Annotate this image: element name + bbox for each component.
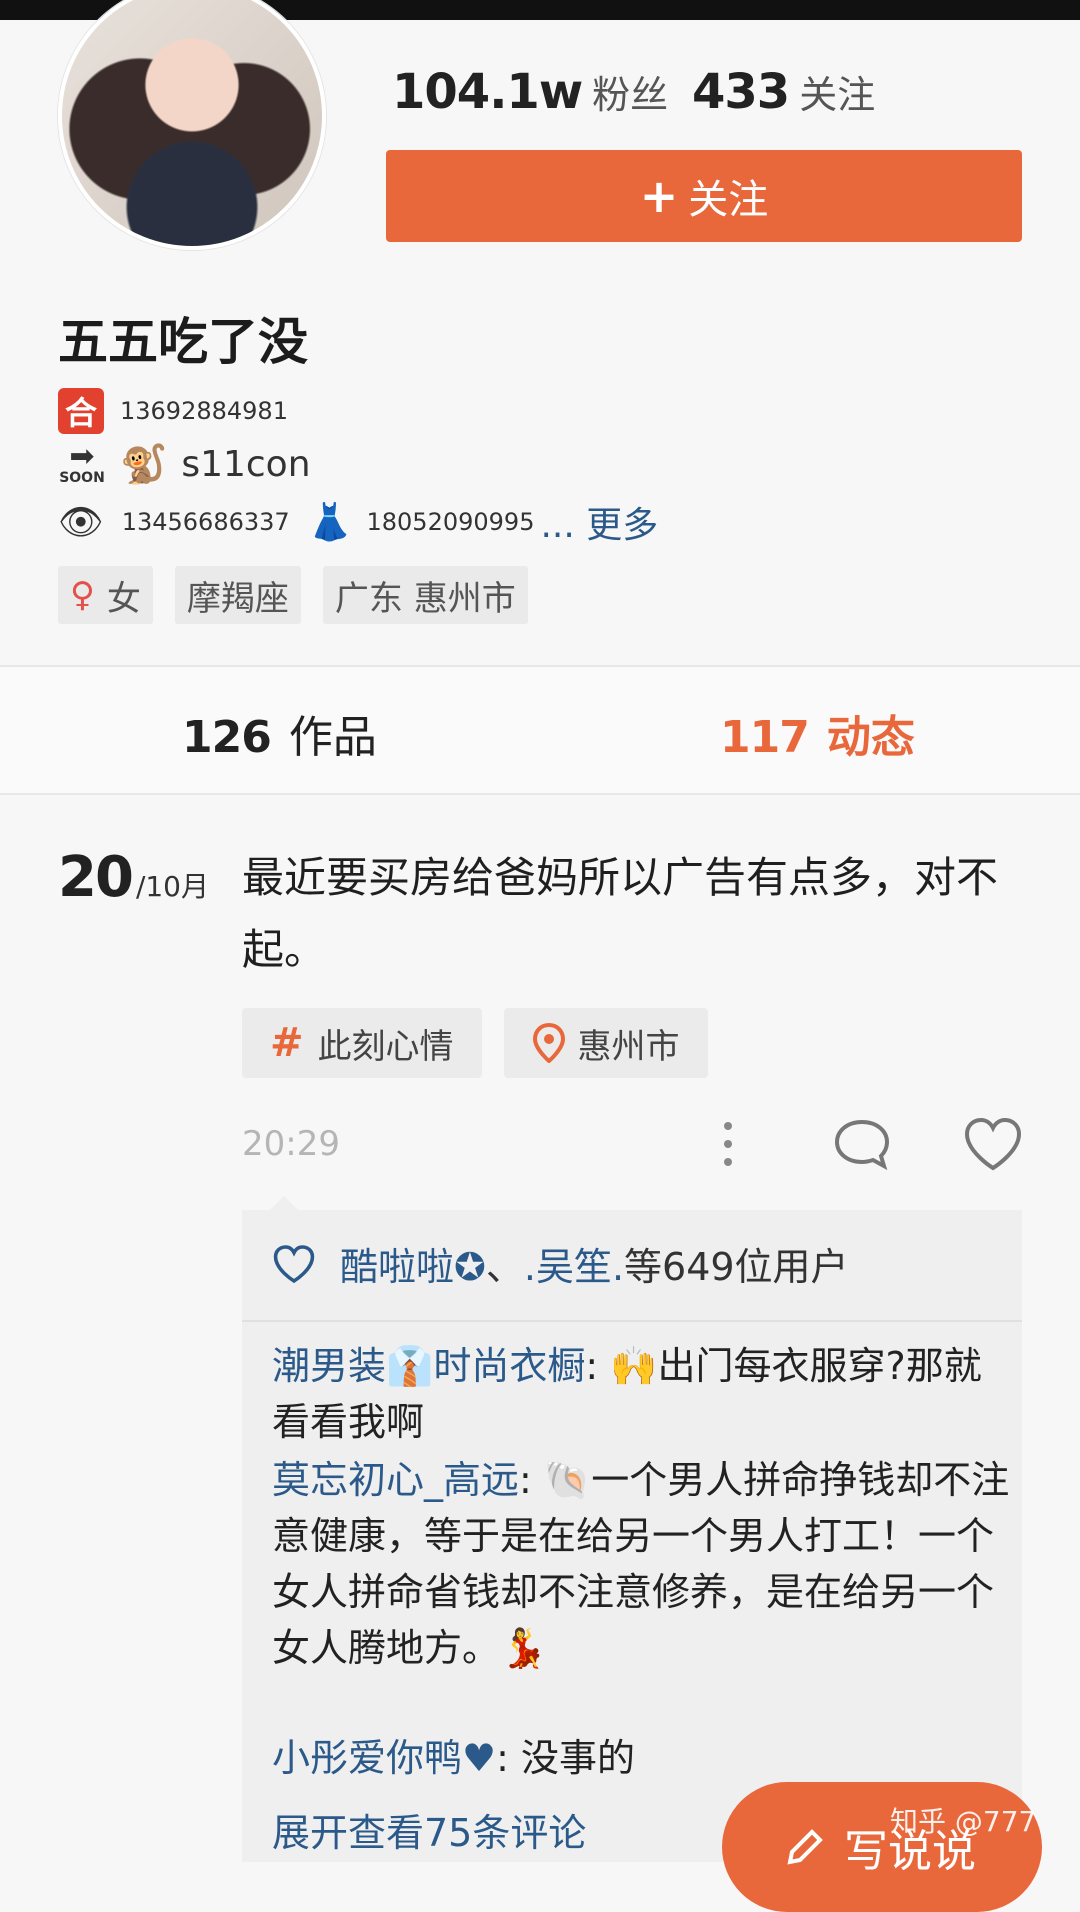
tab-moments-label: 动态 [826, 712, 915, 763]
follow-button-label: 关注 [688, 177, 769, 223]
following-count: 433 [692, 64, 790, 120]
monkey-icon: 🐒 [120, 442, 168, 486]
fans-count: 104.1w [392, 64, 583, 120]
comment-author[interactable]: 小彤爱你鸭♥ [272, 1736, 496, 1780]
location-chip-label: 惠州市 [577, 1026, 680, 1067]
divider [0, 793, 1080, 795]
tab-works-count: 126 [182, 712, 272, 763]
avatar[interactable] [58, 0, 326, 250]
post-date: 20 /10月 [58, 845, 209, 910]
expand-comments-link[interactable]: 展开查看75条评论 [272, 1802, 586, 1857]
location-chip[interactable]: 惠州市 [503, 1008, 708, 1078]
heart-icon [964, 1117, 1022, 1171]
tab-works[interactable]: 126 作品 [182, 701, 377, 765]
bio-line-3: 👁 13456686337 👗 18052090995 ... 更多 [58, 496, 658, 548]
comment-author[interactable]: 潮男装👔时尚衣橱 [272, 1344, 585, 1388]
he-badge-icon: 合 [58, 388, 104, 434]
panel-notch [270, 1196, 298, 1210]
tag-zodiac: 摩羯座 [174, 566, 301, 624]
more-dots-icon [724, 1122, 732, 1166]
post-chips: # 此刻心情 惠州市 [242, 1008, 708, 1078]
post-text: 最近要买房给爸妈所以广告有点多，对不起。 [242, 853, 999, 974]
small-heart-icon [273, 1244, 315, 1283]
eye-icon: 👁 [58, 502, 104, 543]
tag-location-label: 广东 惠州市 [334, 578, 516, 619]
liker-2[interactable]: .吴笙. [524, 1236, 624, 1291]
comment-bubble-icon [834, 1119, 890, 1171]
following-stat[interactable]: 433 关注 [692, 64, 875, 120]
profile-name: 五五吃了没 [58, 313, 308, 371]
likes-suffix: 等649位用户 [624, 1245, 849, 1289]
bio-text-1: 13692884981 [120, 397, 288, 425]
tab-works-label: 作品 [288, 712, 377, 763]
tab-moments[interactable]: 117 动态 [720, 701, 915, 765]
bio-text-3a: 13456686337 [121, 508, 290, 536]
profile-tags: ♀ 女 摩羯座 广东 惠州市 [58, 566, 528, 624]
tag-gender-label: 女 [106, 578, 141, 619]
bio-text-2: s11con [181, 444, 311, 485]
comment-item[interactable]: 小彤爱你鸭♥: 没事的 [272, 1730, 1012, 1786]
tab-moments-count: 117 [720, 712, 810, 763]
post-month: /10月 [135, 870, 210, 903]
comments-panel: 酷啦啦✪ 、 .吴笙. 等649位用户 潮男装👔时尚衣橱: 🙌出门每衣服穿?那就… [242, 1196, 1022, 1862]
comment-text: 没事的 [520, 1736, 635, 1780]
like-button[interactable] [962, 1116, 1024, 1176]
comment-author[interactable]: 莫忘初心_高远 [272, 1458, 519, 1502]
hash-icon: # [270, 1020, 304, 1066]
bio-line-1: 合 13692884981 [58, 388, 288, 434]
topic-chip[interactable]: # 此刻心情 [242, 1008, 482, 1078]
tag-location: 广东 惠州市 [322, 566, 528, 624]
location-pin-icon [532, 1023, 565, 1063]
comment-item[interactable]: 潮男装👔时尚衣橱: 🙌出门每衣服穿?那就看看我啊 [272, 1338, 1012, 1450]
post-day: 20 [58, 845, 134, 910]
pencil-icon [787, 1829, 823, 1865]
tag-gender: ♀ 女 [58, 566, 153, 624]
post-time: 20:29 [242, 1124, 340, 1164]
likes-separator: 、 [485, 1245, 524, 1289]
bio-more-link[interactable]: ... 更多 [540, 496, 658, 548]
fans-label: 粉丝 [592, 73, 669, 117]
fans-stat[interactable]: 104.1w 粉丝 [392, 64, 668, 120]
tag-zodiac-label: 摩羯座 [186, 578, 289, 619]
tabs-row: 126 作品 117 动态 [0, 667, 1080, 793]
follow-button[interactable]: + 关注 [386, 150, 1022, 242]
plus-icon: + [639, 169, 679, 223]
watermark: 知乎 @777 [890, 1805, 1037, 1838]
bio-line-2: ➡ SOON 🐒 s11con [58, 438, 311, 487]
soon-arrow-icon: ➡ SOON [59, 438, 105, 486]
female-icon: ♀ [70, 575, 95, 615]
dress-icon: 👗 [307, 502, 353, 543]
bio-text-3b: 18052090995 [366, 508, 535, 536]
comment-button[interactable] [832, 1116, 892, 1176]
comment-item[interactable]: 莫忘初心_高远: 🐚一个男人拼命挣钱却不注意健康，等于是在给另一个男人打工！一个… [272, 1452, 1012, 1676]
topic-chip-label: 此刻心情 [317, 1026, 454, 1067]
likes-summary[interactable]: 酷啦啦✪ 、 .吴笙. 等649位用户 [272, 1236, 849, 1291]
following-label: 关注 [799, 73, 876, 117]
more-options-button[interactable] [714, 1116, 742, 1176]
divider [242, 1320, 1022, 1322]
liker-1[interactable]: 酷啦啦✪ [340, 1236, 486, 1291]
